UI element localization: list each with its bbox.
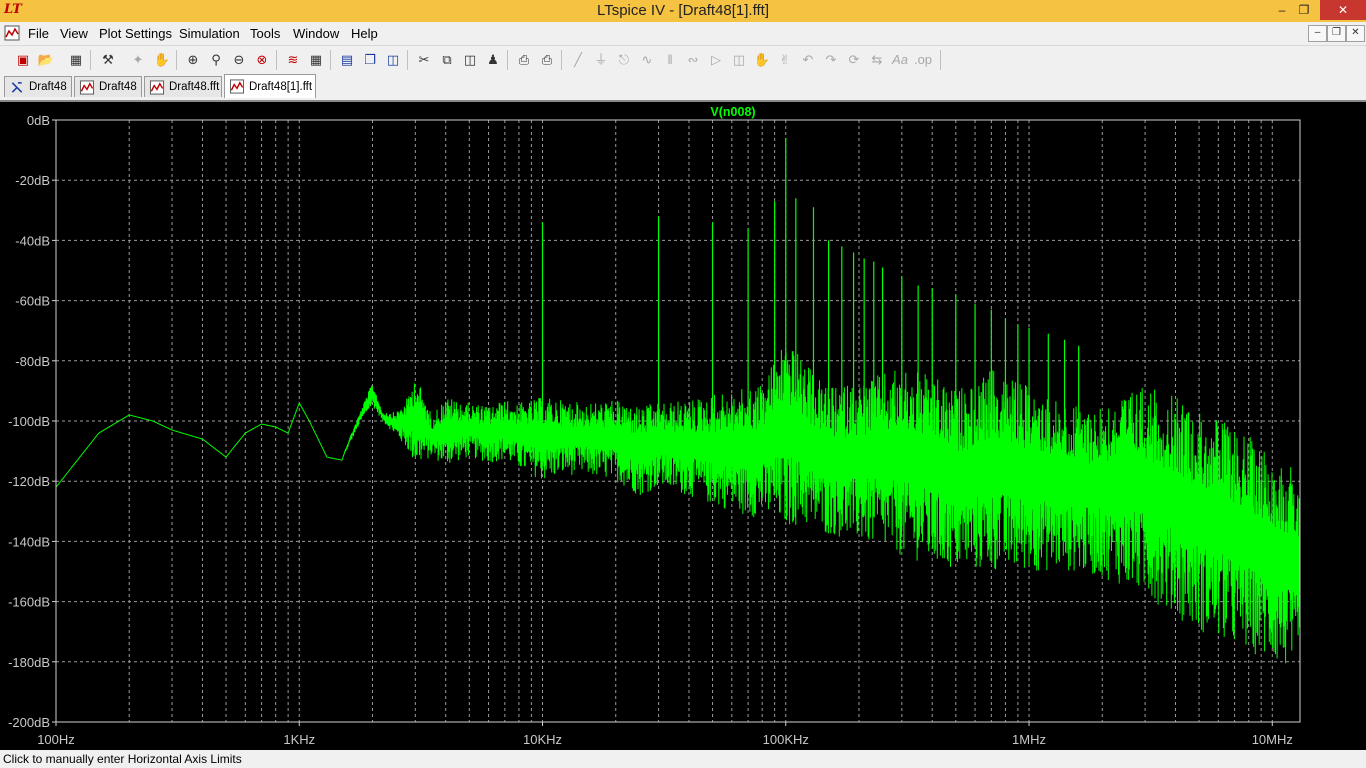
schematic-icon xyxy=(11,82,23,93)
x-tick-label: 100KHz xyxy=(763,732,809,747)
y-tick-label: -200dB xyxy=(8,715,50,730)
menu-bar: File View Plot Settings Simulation Tools… xyxy=(0,22,1366,44)
new-schematic-icon[interactable]: ▣ xyxy=(13,50,33,70)
diode-icon[interactable]: ▷ xyxy=(706,50,726,70)
zoom-out-icon[interactable]: ⊖ xyxy=(229,50,249,70)
cut-icon[interactable]: ✂ xyxy=(414,50,434,70)
print-preview-icon[interactable]: ⎙ xyxy=(514,50,534,70)
toolbar: ▣ 📂 ▦ ⚒ ✦ ✋ ⊕ ⚲ ⊖ ⊗ ≋ ▦ ▤ ❐ ◫ ✂ ⧉ ◫ ♟ ⎙ … xyxy=(0,45,1366,75)
mdi-restore-button[interactable]: ❐ xyxy=(1327,25,1346,42)
menu-tools[interactable]: Tools xyxy=(250,26,280,41)
x-tick-label: 1KHz xyxy=(283,732,315,747)
fft-plot[interactable]: 0dB -20dB -40dB -60dB -80dB -100dB -120dB -140d… xyxy=(0,102,1366,750)
paste-icon[interactable]: ◫ xyxy=(460,50,480,70)
mdi-minimize-button[interactable]: ‒ xyxy=(1308,25,1327,42)
run-icon[interactable]: ✦ xyxy=(128,50,148,70)
mdi-close-button[interactable]: ✕ xyxy=(1346,25,1365,42)
tile-vertical-icon[interactable]: ◫ xyxy=(383,50,403,70)
pan-icon[interactable]: ✋ xyxy=(152,50,172,70)
plot-pane[interactable]: 0dB -20dB -40dB -60dB -80dB -100dB -120dB -140d… xyxy=(0,100,1366,750)
menu-view[interactable]: View xyxy=(60,26,88,41)
y-tick-label: -20dB xyxy=(15,173,50,188)
copy-icon[interactable]: ⧉ xyxy=(437,50,457,70)
component-icon[interactable]: ◫ xyxy=(729,50,749,70)
tab-draft48-schematic[interactable]: Draft48 xyxy=(4,76,72,97)
text-icon[interactable]: Aa xyxy=(890,50,910,70)
tab-draft48-1-fft[interactable]: Draft48[1].fft xyxy=(224,74,316,98)
menu-file[interactable]: File xyxy=(28,26,49,41)
autorange-icon[interactable]: ≋ xyxy=(283,50,303,70)
menu-window[interactable]: Window xyxy=(293,26,339,41)
y-tick-label: -180dB xyxy=(8,655,50,670)
menu-plot-settings[interactable]: Plot Settings xyxy=(99,26,172,41)
y-tick-label: -60dB xyxy=(15,294,50,309)
menu-help[interactable]: Help xyxy=(351,26,378,41)
y-tick-label: -40dB xyxy=(15,233,50,248)
wire-icon[interactable]: ╱ xyxy=(568,50,588,70)
label-icon[interactable]: ⎋ xyxy=(614,50,634,70)
y-tick-label: 0dB xyxy=(27,113,50,128)
waveform-icon xyxy=(149,80,165,95)
mirror-icon[interactable]: ⇆ xyxy=(867,50,887,70)
cascade-icon[interactable]: ❐ xyxy=(360,50,380,70)
trace-label: V(n008) xyxy=(710,105,755,119)
x-tick-label: 100Hz xyxy=(37,732,75,747)
menu-simulation[interactable]: Simulation xyxy=(179,26,240,41)
move-icon[interactable]: ✋ xyxy=(752,50,772,70)
title-bar: LT LTspice IV - [Draft48[1].fft] ‒ ❐ ✕ xyxy=(0,0,1366,22)
tab-label: Draft48 xyxy=(29,81,67,93)
waveform-doc-icon[interactable] xyxy=(4,25,20,41)
drag-icon[interactable]: ✌ xyxy=(775,50,795,70)
x-tick-label: 1MHz xyxy=(1012,732,1046,747)
window-title: LTspice IV - [Draft48[1].fft] xyxy=(596,2,770,19)
inductor-icon[interactable]: ∾ xyxy=(683,50,703,70)
resistor-icon[interactable]: ∿ xyxy=(637,50,657,70)
x-tick-label: 10KHz xyxy=(523,732,562,747)
waveform-icon xyxy=(229,79,245,94)
zoom-box-icon[interactable]: ⚲ xyxy=(206,50,226,70)
restore-button[interactable]: ❐ xyxy=(1291,0,1317,20)
spectrum-trace xyxy=(55,349,1301,664)
tab-label: Draft48.fft xyxy=(169,81,220,93)
x-tick-label: 10MHz xyxy=(1252,732,1293,747)
y-tick-label: -160dB xyxy=(8,595,50,610)
y-tick-label: -80dB xyxy=(15,354,50,369)
print-icon[interactable]: ⎙ xyxy=(537,50,557,70)
waveform-icon xyxy=(79,80,95,95)
capacitor-icon[interactable]: ‖ xyxy=(660,50,680,70)
control-panel-icon[interactable]: ⚒ xyxy=(98,50,118,70)
document-tab-bar: Draft48 Draft48 Draft48.fft Draft48[1].f… xyxy=(0,74,1366,100)
tile-horizontal-icon[interactable]: ▤ xyxy=(337,50,357,70)
close-button[interactable]: ✕ xyxy=(1320,0,1366,20)
zoom-fit-icon[interactable]: ⊗ xyxy=(252,50,272,70)
y-tick-label: -100dB xyxy=(8,414,50,429)
ground-icon[interactable]: ⏚ xyxy=(591,50,611,70)
undo-icon[interactable]: ↶ xyxy=(798,50,818,70)
tab-draft48-fft[interactable]: Draft48.fft xyxy=(144,76,222,97)
zoom-in-icon[interactable]: ⊕ xyxy=(183,50,203,70)
find-icon[interactable]: ♟ xyxy=(483,50,503,70)
rotate-icon[interactable]: ⟳ xyxy=(844,50,864,70)
tab-label: Draft48 xyxy=(99,81,137,93)
status-bar: Click to manually enter Horizontal Axis … xyxy=(0,750,1366,768)
autorange-y-icon[interactable]: ▦ xyxy=(306,50,326,70)
redo-icon[interactable]: ↷ xyxy=(821,50,841,70)
tab-label: Draft48[1].fft xyxy=(249,81,313,93)
spice-directive-icon[interactable]: .op xyxy=(913,50,933,70)
y-tick-label: -140dB xyxy=(8,534,50,549)
tab-draft48-waveform[interactable]: Draft48 xyxy=(74,76,142,97)
open-icon[interactable]: 📂 xyxy=(36,50,56,70)
save-icon[interactable]: ▦ xyxy=(66,50,86,70)
y-tick-label: -120dB xyxy=(8,474,50,489)
